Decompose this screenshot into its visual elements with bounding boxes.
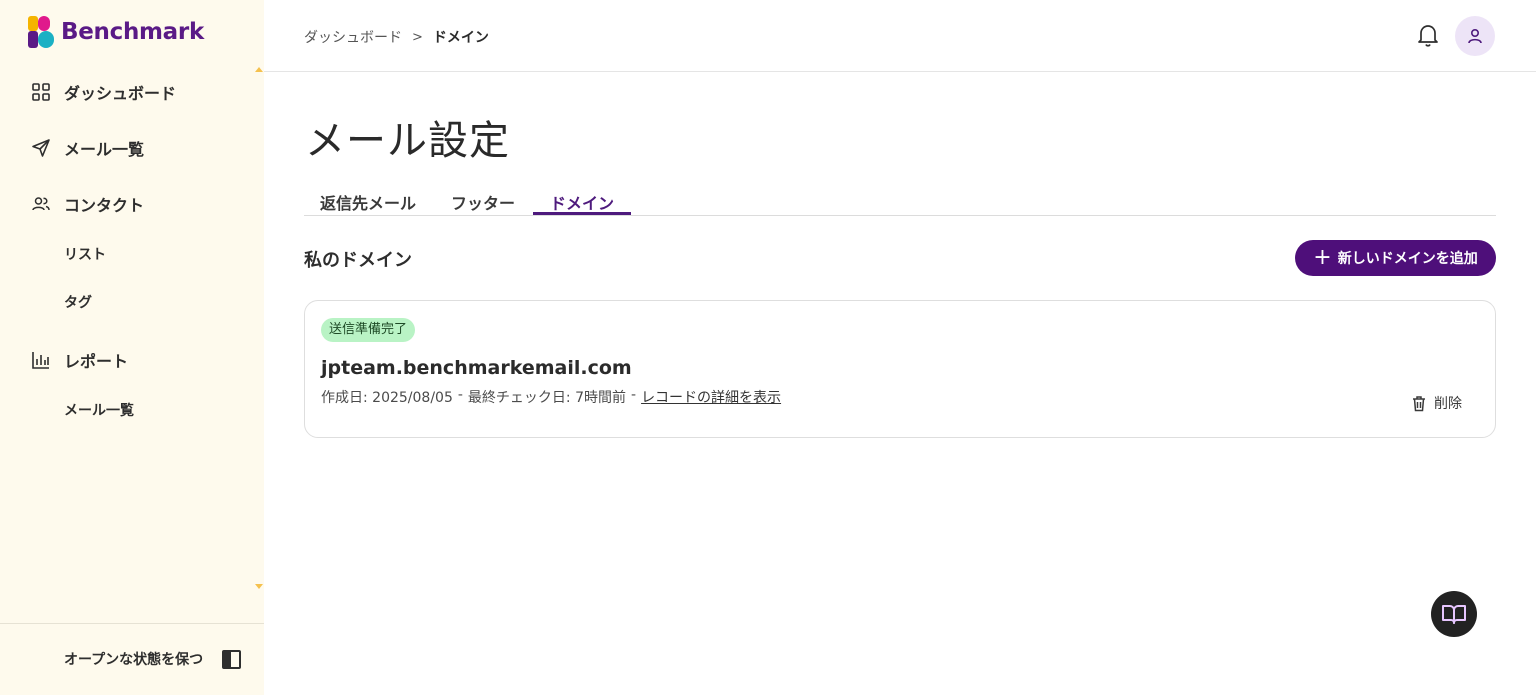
sidebar-item-emails[interactable]: メール一覧: [30, 136, 144, 160]
sidebar-item-tags[interactable]: タグ: [64, 292, 92, 312]
breadcrumb-separator: >: [412, 29, 423, 45]
page-title: メール設定: [305, 118, 510, 164]
delete-label: 削除: [1434, 396, 1462, 412]
scroll-up-arrow[interactable]: [255, 67, 263, 72]
user-avatar[interactable]: [1455, 16, 1495, 56]
sidebar-item-reports[interactable]: レポート: [30, 348, 128, 372]
active-tab-indicator: [533, 212, 631, 215]
add-domain-button[interactable]: + 新しいドメインを追加: [1295, 240, 1496, 276]
created-date: 作成日: 2025/08/05: [321, 390, 453, 406]
notification-bell-icon[interactable]: [1416, 22, 1440, 48]
users-icon: [30, 193, 52, 215]
send-icon: [30, 137, 52, 159]
sidebar-toggle-icon[interactable]: [222, 650, 241, 669]
tab-footer[interactable]: フッター: [451, 190, 515, 214]
keep-open-label[interactable]: オープンな状態を保つ: [64, 649, 203, 669]
view-record-details-link[interactable]: レコードの詳細を表示: [641, 387, 781, 407]
meta-separator: -: [457, 387, 463, 403]
domain-card: 送信準備完了 jpteam.benchmarkemail.com 作成日: 20…: [304, 300, 1496, 438]
user-icon: [1468, 28, 1482, 44]
sidebar-item-contacts[interactable]: コンタクト: [30, 192, 144, 216]
grid-icon: [30, 81, 52, 103]
tab-domain[interactable]: ドメイン: [550, 190, 614, 214]
delete-domain-button[interactable]: 削除: [1411, 393, 1462, 413]
help-center-button[interactable]: [1431, 591, 1477, 637]
trash-icon: [1413, 395, 1425, 411]
sidebar-item-label: レポート: [64, 352, 129, 371]
brand-name: Benchmark: [61, 19, 204, 45]
sidebar-item-dashboard[interactable]: ダッシュボード: [30, 80, 176, 104]
book-icon: [1442, 605, 1466, 624]
breadcrumb-dashboard[interactable]: ダッシュボード: [304, 27, 402, 47]
plus-icon: +: [1313, 245, 1332, 270]
meta-separator: -: [631, 387, 637, 403]
domain-meta: 作成日: 2025/08/05 - 最終チェック日: 7時間前 - レコードの詳…: [321, 387, 781, 407]
bar-chart-icon: [30, 349, 52, 371]
sidebar-item-report-emails[interactable]: メール一覧: [64, 400, 134, 420]
top-bar: ダッシュボード > ドメイン: [264, 0, 1536, 72]
sidebar-item-lists[interactable]: リスト: [64, 244, 106, 264]
sidebar-footer: オープンな状態を保つ: [0, 623, 264, 695]
tab-reply-email[interactable]: 返信先メール: [320, 190, 416, 214]
breadcrumb-current: ドメイン: [432, 30, 489, 46]
sidebar: Benchmark ダッシュボード メール一覧 コンタクト リスト タグ レポー…: [0, 0, 264, 695]
last-check: 最終チェック日: 7時間前: [467, 390, 626, 406]
breadcrumb: ダッシュボード > ドメイン: [304, 27, 489, 47]
status-badge: 送信準備完了: [321, 318, 416, 342]
sidebar-item-label: コンタクト: [64, 196, 145, 215]
sidebar-item-label: メール一覧: [64, 140, 145, 159]
benchmark-logo-icon: [28, 16, 54, 48]
section-title: 私のドメイン: [304, 250, 412, 271]
add-domain-label: 新しいドメインを追加: [1337, 251, 1478, 267]
sidebar-item-label: ダッシュボード: [64, 84, 177, 103]
settings-tabs: 返信先メール フッター ドメイン: [304, 184, 1496, 216]
scroll-down-arrow[interactable]: [255, 584, 263, 589]
domain-name: jpteam.benchmarkemail.com: [321, 357, 632, 379]
brand-logo[interactable]: Benchmark: [28, 16, 204, 48]
